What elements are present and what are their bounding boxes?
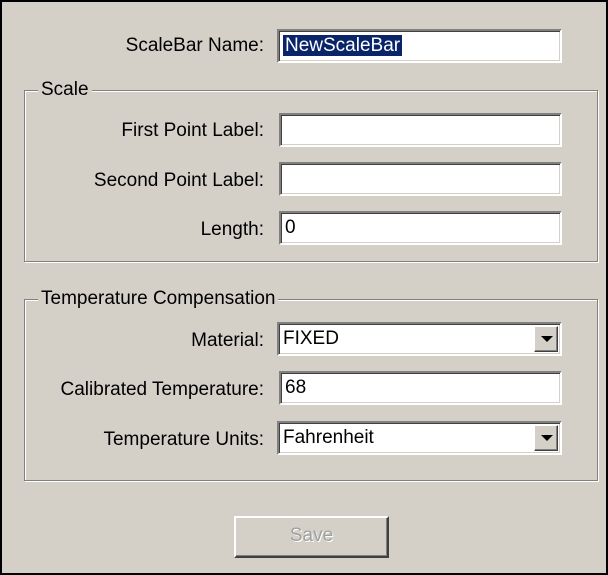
chevron-down-icon[interactable] xyxy=(534,326,558,352)
temperature-units-dropdown[interactable]: Fahrenheit xyxy=(277,421,562,455)
scalebar-dialog: ScaleBar Name: NewScaleBar Scale First P… xyxy=(0,0,608,575)
material-label: Material: xyxy=(191,330,264,351)
material-dropdown[interactable]: FIXED xyxy=(277,322,562,356)
material-value: FIXED xyxy=(283,328,339,349)
second-point-input[interactable] xyxy=(279,162,562,196)
calibrated-temperature-input[interactable]: 68 xyxy=(279,371,562,405)
temperature-units-label: Temperature Units: xyxy=(103,429,264,450)
length-input[interactable]: 0 xyxy=(279,211,562,245)
temperature-units-value: Fahrenheit xyxy=(283,427,374,448)
scale-group-title: Scale xyxy=(38,79,92,101)
calibrated-temperature-label: Calibrated Temperature: xyxy=(60,379,264,400)
second-point-label: Second Point Label: xyxy=(93,170,264,191)
first-point-input[interactable] xyxy=(279,113,562,147)
scalebar-name-value: NewScaleBar xyxy=(283,35,403,56)
scalebar-name-input[interactable]: NewScaleBar xyxy=(277,29,562,63)
scalebar-name-label: ScaleBar Name: xyxy=(125,35,264,56)
chevron-down-icon[interactable] xyxy=(534,425,558,451)
length-label: Length: xyxy=(200,219,264,240)
save-button[interactable]: Save xyxy=(234,516,389,558)
first-point-label: First Point Label: xyxy=(121,120,264,141)
temperature-group-title: Temperature Compensation xyxy=(38,288,279,310)
